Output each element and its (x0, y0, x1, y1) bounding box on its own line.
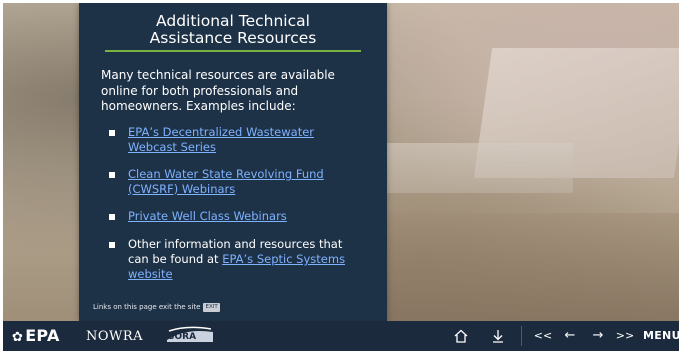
epa-logo-text: EPA (25, 326, 60, 345)
link-decentralized-wastewater-webcast[interactable]: EPA’s Decentralized Wastewater Webcast S… (128, 125, 314, 154)
home-button[interactable] (450, 326, 472, 346)
bullet-icon (109, 214, 115, 220)
menu-button[interactable]: MENU (643, 326, 681, 346)
last-slide-button[interactable]: >> (615, 326, 635, 346)
bullet-icon (109, 172, 115, 178)
exit-disclaimer-text: Links on this page exit the site (93, 303, 201, 311)
sora-logo-text: SORA (168, 332, 197, 342)
slide-title: Additional Technical Assistance Resource… (79, 13, 387, 47)
background-table-image (383, 213, 679, 321)
epa-logo: ✿ EPA (12, 327, 60, 347)
exit-disclaimer: Links on this page exit the site EXIT (93, 303, 220, 312)
background-keyboard-image (383, 143, 573, 193)
exit-badge: EXIT (203, 303, 220, 312)
nav-separator (521, 326, 522, 346)
title-divider (105, 50, 361, 52)
intro-text: Many technical resources are available o… (101, 68, 335, 113)
epa-flower-icon: ✿ (12, 330, 24, 345)
download-icon (493, 329, 503, 343)
nowra-logo: NOWRA (86, 329, 144, 344)
bullet-icon (109, 242, 115, 248)
next-button[interactable]: → (588, 326, 608, 346)
download-button[interactable] (487, 326, 509, 346)
first-slide-button[interactable]: << (533, 326, 553, 346)
slide-title-line2: Assistance Resources (149, 29, 317, 47)
bottom-navigation-bar: ✿ EPA NOWRA SORA << ← → >> MENU (3, 321, 681, 351)
home-icon (454, 329, 468, 343)
previous-button[interactable]: ← (560, 326, 580, 346)
bullet-icon (109, 130, 115, 136)
slide-title-line1: Additional Technical (156, 12, 310, 30)
slide-area: Additional Technical Assistance Resource… (3, 3, 679, 321)
link-cwsrf-webinars[interactable]: Clean Water State Revolving Fund (CWSRF)… (128, 167, 324, 196)
content-panel: Additional Technical Assistance Resource… (79, 3, 387, 321)
link-private-well-class-webinars[interactable]: Private Well Class Webinars (128, 209, 287, 223)
sora-logo: SORA (165, 326, 215, 345)
